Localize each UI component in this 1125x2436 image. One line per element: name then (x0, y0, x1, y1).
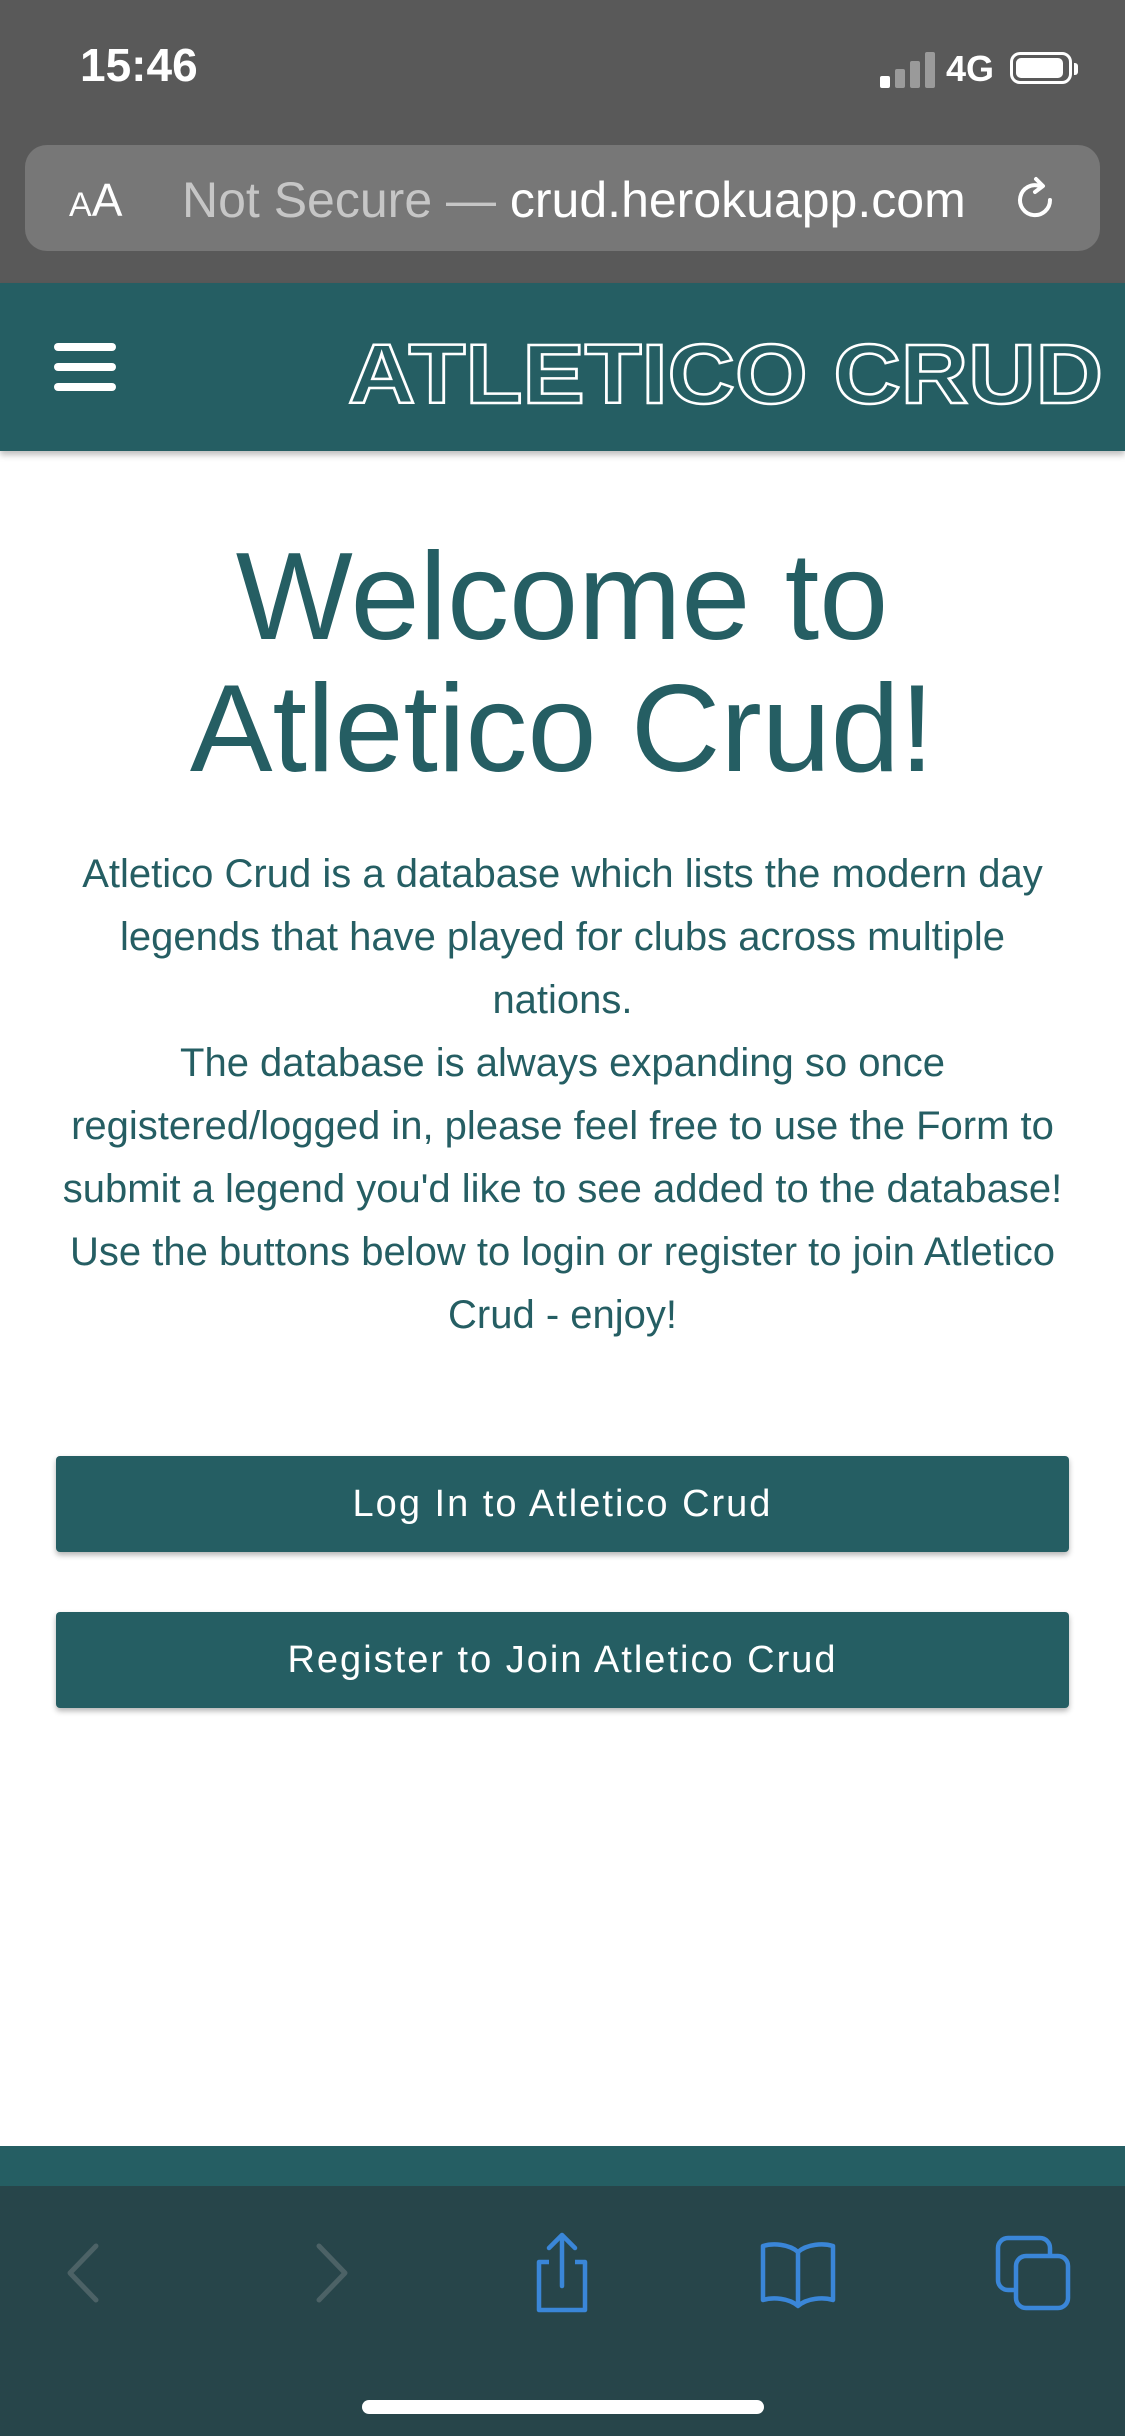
page-title: Welcome to Atletico Crud! (189, 528, 935, 798)
intro-paragraph: The database is always expanding so once… (62, 1041, 1063, 1211)
hamburger-menu-icon[interactable] (54, 343, 116, 391)
browser-toolbar (0, 2186, 1125, 2436)
reload-icon[interactable] (1010, 175, 1060, 225)
security-warning: Not Secure — (182, 172, 510, 228)
brand-name: ATLETICO CRUD (348, 327, 1103, 417)
battery-icon (1010, 52, 1078, 84)
network-type: 4G (946, 48, 995, 89)
intro-paragraph: Use the buttons below to login or regist… (70, 1230, 1055, 1337)
book-icon[interactable] (753, 2228, 843, 2318)
status-bar: 15:46 4G (0, 0, 1125, 140)
home-indicator[interactable] (362, 2400, 764, 2414)
chevron-left-icon[interactable] (42, 2228, 132, 2318)
intro-text: Atletico Crud is a database which lists … (55, 843, 1070, 1347)
register-button[interactable]: Register to Join Atletico Crud (56, 1612, 1069, 1708)
site-header: ATLETICO CRUD (0, 283, 1125, 451)
status-time: 15:46 (80, 39, 198, 91)
share-icon[interactable] (517, 2228, 607, 2318)
url-host: crud.herokuapp.com (509, 172, 966, 228)
address-bar[interactable]: AA Not Secure — crud.herokuapp.com (25, 145, 1100, 251)
site-footer (0, 2146, 1125, 2186)
url-display[interactable]: Not Secure — crud.herokuapp.com (182, 171, 1002, 229)
intro-paragraph: Atletico Crud is a database which lists … (82, 852, 1043, 1022)
signal-strength-icon (880, 52, 936, 88)
login-button[interactable]: Log In to Atletico Crud (56, 1456, 1069, 1552)
tabs-icon[interactable] (990, 2228, 1080, 2318)
browser-address-area: AA Not Secure — crud.herokuapp.com (0, 140, 1125, 283)
reader-options-button[interactable]: AA (69, 173, 122, 227)
brand-logo[interactable]: ATLETICO CRUD (345, 321, 1105, 417)
chevron-right-icon[interactable] (283, 2228, 373, 2318)
